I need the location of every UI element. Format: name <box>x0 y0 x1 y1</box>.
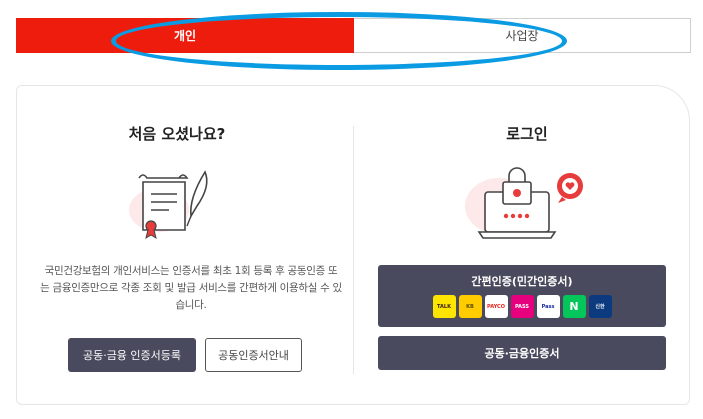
cert-guide-button[interactable]: 공동인증서안내 <box>205 338 302 372</box>
tab-personal[interactable]: 개인 <box>16 18 354 53</box>
signup-description: 국민건강보험의 개인서비스는 인증서를 최초 1회 등록 후 공동인증 또는 금… <box>40 265 342 311</box>
section-divider <box>353 126 354 374</box>
pass-icon: PASS <box>510 295 534 318</box>
shinhan-icon: 신한 <box>588 295 612 318</box>
auth-provider-list: TALK KB PAYCO PASS Pass N 신한 <box>432 295 612 318</box>
cert-register-button[interactable]: 공동·금융 인증서등록 <box>68 338 196 372</box>
simple-auth-label: 간편인증(민간인증서) <box>471 275 573 288</box>
cert-login-button[interactable]: 공동·금융인증서 <box>378 336 666 370</box>
tab-business[interactable]: 사업장 <box>354 18 691 53</box>
payco-icon: PAYCO <box>484 295 508 318</box>
kb-icon: KB <box>458 295 482 318</box>
naver-icon: N <box>562 295 586 318</box>
certificate-icon <box>129 170 208 240</box>
login-card: 처음 오셨나요? 국민건강보험의 개인서비스는 인증서를 최초 1회 등록 후 … <box>16 85 690 405</box>
samsung-pass-icon: Pass <box>536 295 560 318</box>
kakao-icon: TALK <box>432 295 456 318</box>
simple-auth-button[interactable]: 간편인증(민간인증서) TALK KB PAYCO PASS Pass N 신한 <box>378 265 666 327</box>
login-title: 로그인 <box>506 125 548 143</box>
service-tabs: 개인 사업장 <box>16 18 691 53</box>
secure-laptop-icon <box>465 167 583 239</box>
signup-title: 처음 오셨나요? <box>128 125 226 143</box>
